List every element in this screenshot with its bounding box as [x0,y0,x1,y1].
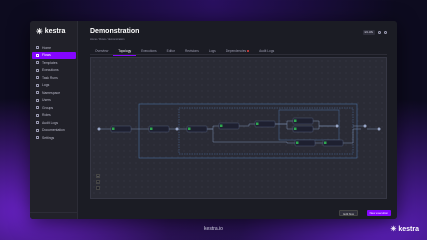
topology-graph [97,103,381,159]
sidebar-item-label: Templates [42,60,58,65]
home-icon [36,46,39,49]
start-node[interactable] [97,127,101,131]
kestra-logo-icon: ✳ [36,27,43,36]
tab-label: Logs [208,49,216,53]
alert-dot-icon [247,50,250,53]
fit-view-button[interactable] [96,186,100,190]
documentation-icon [36,128,39,132]
namespace-icon [36,91,39,94]
tenant-badge[interactable]: EN-WE [362,30,375,35]
sidebar-item-logs[interactable]: Logs [32,82,76,89]
sidebar-item-executions[interactable]: Executions [32,67,76,74]
sidebar-item-label: Task Runs [42,75,58,80]
zoom-out-button[interactable]: − [96,180,100,184]
task-status-icon [112,127,115,130]
task-runs-icon [36,76,39,79]
templates-icon [36,61,39,64]
task-status-icon [296,141,299,144]
sidebar-item-label: Logs [42,83,50,87]
new-execution-button[interactable]: New execution [366,210,391,216]
sidebar-item-label: Executions [42,68,59,72]
task-status-icon [188,127,191,130]
sidebar-item-flows[interactable]: Flows [32,51,76,59]
sidebar-item-settings[interactable]: Settings [32,134,76,141]
cluster-parallel [278,109,340,141]
zoom-in-button[interactable]: + [96,174,100,178]
corner-logo-text: kestra [398,225,419,233]
app-name: kestra [44,28,66,35]
sidebar-item-documentation[interactable]: Documentation [32,127,76,134]
roles-icon [36,113,39,117]
task-status-icon [294,119,297,122]
sidebar-item-namespace[interactable]: Namespace [32,89,76,96]
user-icon[interactable] [384,31,387,34]
sidebar-nav: Home Flows Templates Executions Task Runs Log… [32,44,76,142]
breadcrumb[interactable]: Home / Flows / demonstration [90,38,124,41]
tab-label: Overview [95,49,109,53]
groups-icon [36,106,39,109]
sidebar-item-users[interactable]: Users [32,97,76,104]
sidebar-item-label: Roles [42,113,51,117]
tab-label: Executions [141,49,157,53]
sidebar-item-task-runs[interactable]: Task Runs [32,74,76,81]
sidebar-item-label: Documentation [42,128,65,132]
tab-label: Audit Logs [259,49,275,53]
sidebar-item-label: Namespace [42,90,61,95]
sidebar-item-home[interactable]: Home [32,44,76,51]
cluster-start-node[interactable] [175,127,179,131]
tab-label: Dependencies [225,49,247,53]
sidebar-item-templates[interactable]: Templates [32,59,76,66]
edit-flow-button[interactable]: Edit flow [339,210,358,216]
website-url[interactable]: kestra.io [0,226,427,232]
sidebar-item-groups[interactable]: Groups [32,104,76,111]
task-status-icon [256,122,259,125]
sidebar-item-roles[interactable]: Roles [32,112,76,119]
tab-label: Editor [166,49,175,53]
settings-icon [36,136,39,139]
task-status-icon [220,124,223,127]
end-node[interactable] [377,127,381,131]
users-icon [36,98,39,102]
header-actions: EN-WE [362,30,387,35]
sidebar-footer [30,212,78,219]
executions-icon [36,68,39,72]
kestra-logo-icon: ✳ [390,226,397,233]
sidebar-item-audit-logs[interactable]: Audit Logs [32,119,76,126]
tab-divider [90,54,387,55]
tab-label: Topology [118,49,132,53]
audit-logs-icon [36,121,39,124]
cluster-end-node[interactable] [363,124,367,128]
sidebar: ✳ kestra Home Flows Templates Executions Tas… [30,21,78,219]
logs-icon [36,83,39,87]
bell-icon[interactable] [378,31,381,34]
sidebar-item-label: Users [42,98,51,102]
sidebar-item-label: Groups [42,105,54,110]
zoom-controls: + − [96,174,100,190]
sidebar-item-label: Settings [42,135,55,140]
sidebar-item-label: Flows [42,53,51,57]
task-status-icon [324,141,327,144]
bottom-action-bar: Edit flow New execution [78,207,397,219]
sidebar-item-label: Audit Logs [42,120,59,125]
join-node[interactable] [335,124,339,128]
sidebar-item-label: Home [42,45,52,50]
app-logo[interactable]: ✳ kestra [36,27,65,36]
topology-canvas[interactable]: + − [90,57,387,199]
tab-label: Revisions [184,49,199,53]
cluster-outer [138,103,358,159]
task-status-icon [150,127,153,130]
page-title: Demonstration [90,28,140,35]
corner-logo: ✳ kestra [390,225,419,234]
app-window: ✳ kestra Home Flows Templates Executions Tas… [30,21,397,219]
flows-icon [36,53,39,57]
task-status-icon [294,127,297,130]
main-panel: Demonstration Home / Flows / demonstrati… [78,21,397,219]
